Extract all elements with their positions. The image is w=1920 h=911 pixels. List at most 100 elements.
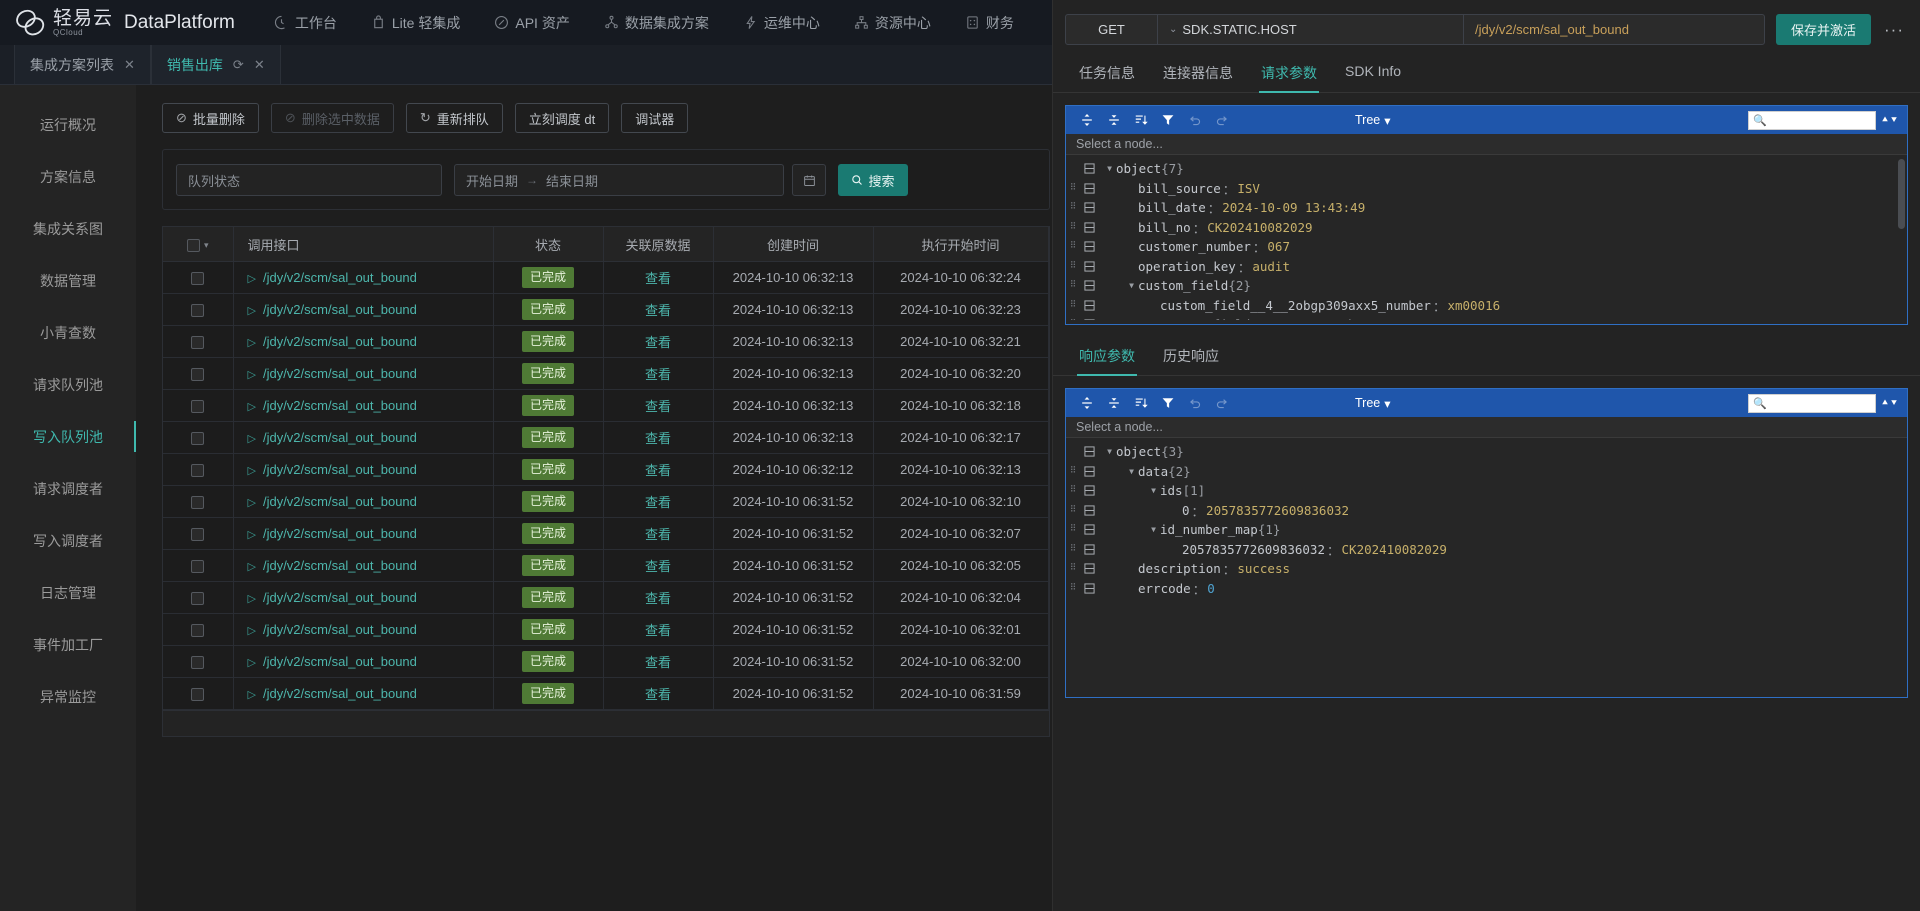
expand-toggle-icon[interactable]: ▼ (1125, 281, 1138, 290)
table-row[interactable]: ▷ /jdy/v2/scm/sal_out_bound 已完成 查看 2024-10-1… (163, 357, 1049, 390)
path-input[interactable]: /jdy/v2/scm/sal_out_bound (1464, 15, 1764, 44)
node-menu-icon[interactable] (1079, 485, 1099, 496)
table-row[interactable]: ▷ /jdy/v2/scm/sal_out_bound 已完成 查看 2024-10-1… (163, 549, 1049, 582)
table-row[interactable]: ▷ /jdy/v2/scm/sal_out_bound 已完成 查看 2024-10-1… (163, 517, 1049, 550)
play-icon[interactable]: ▷ (248, 593, 256, 605)
view-related-link[interactable]: 查看 (645, 463, 671, 478)
expand-toggle-icon[interactable]: ▼ (1125, 467, 1138, 476)
json-value[interactable]: 241008-041083246080172 (1395, 317, 1561, 320)
request-node-selector[interactable]: Select a node... (1066, 134, 1907, 155)
json-value[interactable]: CK202410082029 (1342, 542, 1447, 557)
play-icon[interactable]: ▷ (248, 273, 256, 285)
close-icon[interactable]: ✕ (124, 57, 135, 73)
filter-icon[interactable] (1156, 392, 1180, 414)
tab-request-params[interactable]: 请求参数 (1247, 56, 1331, 93)
json-value[interactable]: CK202410082029 (1207, 220, 1312, 235)
sidebar-item-xiaoqing-query[interactable]: 小青查数 (0, 311, 136, 354)
response-json-tree[interactable]: ▼ object {3} ⠿ ▼ data {2} ⠿ ▼ ids [1] ⠿ 0： 2057835… (1066, 438, 1907, 694)
chevron-down-icon[interactable]: ▾ (204, 240, 209, 250)
expand-all-icon[interactable] (1075, 392, 1099, 414)
json-tree-row[interactable]: ⠿ ▼ ids [1] (1066, 481, 1907, 501)
node-menu-icon[interactable] (1079, 222, 1099, 233)
expand-toggle-icon[interactable]: ▼ (1103, 447, 1116, 456)
nav-item-lite[interactable]: Lite 轻集成 (354, 0, 477, 45)
close-icon[interactable]: ✕ (254, 57, 265, 73)
drag-handle-icon[interactable]: ⠿ (1066, 525, 1079, 534)
json-value[interactable]: ISV (1237, 181, 1260, 196)
tab-response-params[interactable]: 响应参数 (1065, 339, 1149, 376)
page-tab-integration-list[interactable]: 集成方案列表 ✕ (14, 45, 151, 84)
view-related-link[interactable]: 查看 (645, 367, 671, 382)
refresh-icon[interactable]: ⟳ (233, 57, 244, 73)
api-path-link[interactable]: /jdy/v2/scm/sal_out_bound (263, 494, 417, 509)
table-row[interactable]: ▷ /jdy/v2/scm/sal_out_bound 已完成 查看 2024-10-1… (163, 453, 1049, 486)
tab-response-history[interactable]: 历史响应 (1149, 339, 1233, 375)
tab-sdk-info[interactable]: SDK Info (1331, 56, 1415, 92)
delete-selected-button[interactable]: ⊘ 删除选中数据 (270, 103, 394, 133)
view-related-link[interactable]: 查看 (645, 623, 671, 638)
editor-search-input[interactable]: 🔍 (1748, 110, 1876, 130)
date-range-input[interactable]: 开始日期 → 结束日期 (454, 164, 784, 196)
sidebar-item-data-management[interactable]: 数据管理 (0, 259, 136, 302)
node-menu-icon[interactable] (1079, 466, 1099, 477)
nav-item-workbench[interactable]: 工作台 (257, 0, 354, 45)
collapse-all-icon[interactable] (1102, 392, 1126, 414)
drag-handle-icon[interactable]: ⠿ (1066, 183, 1079, 193)
drag-handle-icon[interactable]: ⠿ (1066, 583, 1079, 593)
view-related-link[interactable]: 查看 (645, 655, 671, 670)
json-value[interactable]: xm00016 (1447, 298, 1500, 313)
sidebar-item-log-management[interactable]: 日志管理 (0, 571, 136, 614)
row-checkbox[interactable] (191, 368, 205, 382)
view-related-link[interactable]: 查看 (645, 527, 671, 542)
search-prev-icon[interactable]: ⯅ (1881, 398, 1889, 409)
tab-task-info[interactable]: 任务信息 (1065, 56, 1149, 92)
node-menu-icon[interactable] (1079, 280, 1099, 291)
sidebar-item-overview[interactable]: 运行概况 (0, 103, 136, 146)
calendar-icon[interactable] (792, 164, 826, 196)
row-checkbox[interactable] (191, 336, 205, 350)
json-value[interactable]: 2024-10-09 13:43:49 (1222, 200, 1365, 215)
brand-logo[interactable]: 轻易云 QCloud DataPlatform (14, 7, 235, 39)
row-checkbox[interactable] (191, 528, 205, 542)
sidebar-item-request-scheduler[interactable]: 请求调度者 (0, 467, 136, 510)
json-value[interactable]: 067 (1267, 239, 1290, 254)
play-icon[interactable]: ▷ (248, 433, 256, 445)
api-path-link[interactable]: /jdy/v2/scm/sal_out_bound (263, 334, 417, 349)
row-checkbox[interactable] (191, 688, 205, 702)
node-menu-icon[interactable] (1079, 241, 1099, 252)
json-tree-row[interactable]: ⠿ ▼ id_number_map {1} (1066, 520, 1907, 540)
drag-handle-icon[interactable]: ⠿ (1066, 544, 1079, 554)
response-node-selector[interactable]: Select a node... (1066, 417, 1907, 438)
play-icon[interactable]: ▷ (248, 465, 256, 477)
node-menu-icon[interactable] (1079, 583, 1099, 594)
drag-handle-icon[interactable]: ⠿ (1066, 564, 1079, 573)
node-menu-icon[interactable] (1079, 163, 1099, 174)
request-tree-scrollbar[interactable] (1898, 159, 1905, 229)
json-tree-row[interactable]: ⠿ bill_no： CK202410082029 (1066, 218, 1907, 238)
table-row[interactable]: ▷ /jdy/v2/scm/sal_out_bound 已完成 查看 2024-10-1… (163, 389, 1049, 422)
api-path-link[interactable]: /jdy/v2/scm/sal_out_bound (263, 622, 417, 637)
api-path-link[interactable]: /jdy/v2/scm/sal_out_bound (263, 398, 417, 413)
json-tree-row[interactable]: ⠿ description： success (1066, 559, 1907, 579)
table-row[interactable]: ▷ /jdy/v2/scm/sal_out_bound 已完成 查看 2024-10-1… (163, 325, 1049, 358)
node-menu-icon[interactable] (1079, 544, 1099, 555)
row-checkbox[interactable] (191, 304, 205, 318)
save-and-activate-button[interactable]: 保存并激活 (1776, 14, 1872, 45)
table-row[interactable]: ▷ /jdy/v2/scm/sal_out_bound 已完成 查看 2024-10-1… (163, 485, 1049, 518)
nav-item-api[interactable]: API 资产 (477, 0, 586, 45)
row-checkbox[interactable] (191, 624, 205, 638)
play-icon[interactable]: ▷ (248, 561, 256, 573)
row-checkbox[interactable] (191, 656, 205, 670)
json-value[interactable]: 0 (1207, 581, 1215, 596)
sidebar-item-plan-info[interactable]: 方案信息 (0, 155, 136, 198)
sidebar-item-event-factory[interactable]: 事件加工厂 (0, 623, 136, 666)
row-checkbox[interactable] (191, 496, 205, 510)
table-row[interactable]: ▷ /jdy/v2/scm/sal_out_bound 已完成 查看 2024-10-1… (163, 645, 1049, 678)
node-menu-icon[interactable] (1079, 319, 1099, 320)
api-path-link[interactable]: /jdy/v2/scm/sal_out_bound (263, 558, 417, 573)
play-icon[interactable]: ▷ (248, 529, 256, 541)
json-tree-row[interactable]: ⠿custom_field__1__3trygs3uh415：241008-04… (1066, 315, 1907, 320)
json-tree-row[interactable]: ▼ object {3} (1066, 442, 1907, 462)
play-icon[interactable]: ▷ (248, 401, 256, 413)
node-menu-icon[interactable] (1079, 524, 1099, 535)
